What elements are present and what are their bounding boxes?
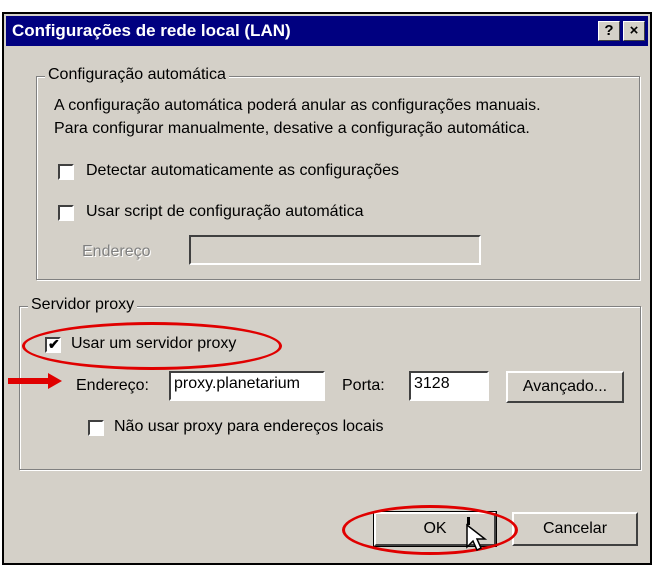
proxy-port-label: Porta: xyxy=(342,377,385,394)
title-bar: Configurações de rede local (LAN) ? × xyxy=(6,16,648,46)
script-address-label: Endereço xyxy=(82,243,151,260)
bypass-local-checkbox[interactable] xyxy=(88,420,104,436)
lan-settings-dialog: Configurações de rede local (LAN) ? × Co… xyxy=(2,12,652,565)
detect-settings-checkbox[interactable] xyxy=(58,164,74,180)
address-arrow-icon xyxy=(48,373,62,389)
mouse-cursor-icon xyxy=(466,517,488,551)
proxy-address-label: Endereço: xyxy=(76,377,149,394)
proxy-address-input[interactable]: proxy.planetarium xyxy=(169,371,325,401)
proxy-port-input[interactable]: 3128 xyxy=(409,371,489,401)
help-button[interactable]: ? xyxy=(598,21,620,41)
cancel-button[interactable]: Cancelar xyxy=(512,512,638,546)
auto-config-group: Configuração automática A configuração a… xyxy=(36,66,640,280)
script-address-input xyxy=(189,235,481,265)
ok-highlight-ellipse xyxy=(342,505,518,555)
detect-settings-label[interactable]: Detectar automaticamente as configuraçõe… xyxy=(86,162,399,180)
proxy-legend: Servidor proxy xyxy=(28,296,138,314)
advanced-button[interactable]: Avançado... xyxy=(506,371,624,403)
auto-script-checkbox[interactable] xyxy=(58,205,74,221)
close-button[interactable]: × xyxy=(623,21,645,41)
dialog-title: Configurações de rede local (LAN) xyxy=(12,21,291,40)
use-proxy-highlight-ellipse xyxy=(22,322,282,370)
address-arrow-shaft xyxy=(8,378,52,384)
auto-config-legend: Configuração automática xyxy=(45,66,229,84)
auto-script-label[interactable]: Usar script de configuração automática xyxy=(86,203,363,221)
bypass-local-label[interactable]: Não usar proxy para endereços locais xyxy=(114,418,383,436)
auto-config-description-line1: A configuração automática poderá anular … xyxy=(54,97,541,114)
auto-config-description-line2: Para configurar manualmente, desative a … xyxy=(54,120,530,137)
